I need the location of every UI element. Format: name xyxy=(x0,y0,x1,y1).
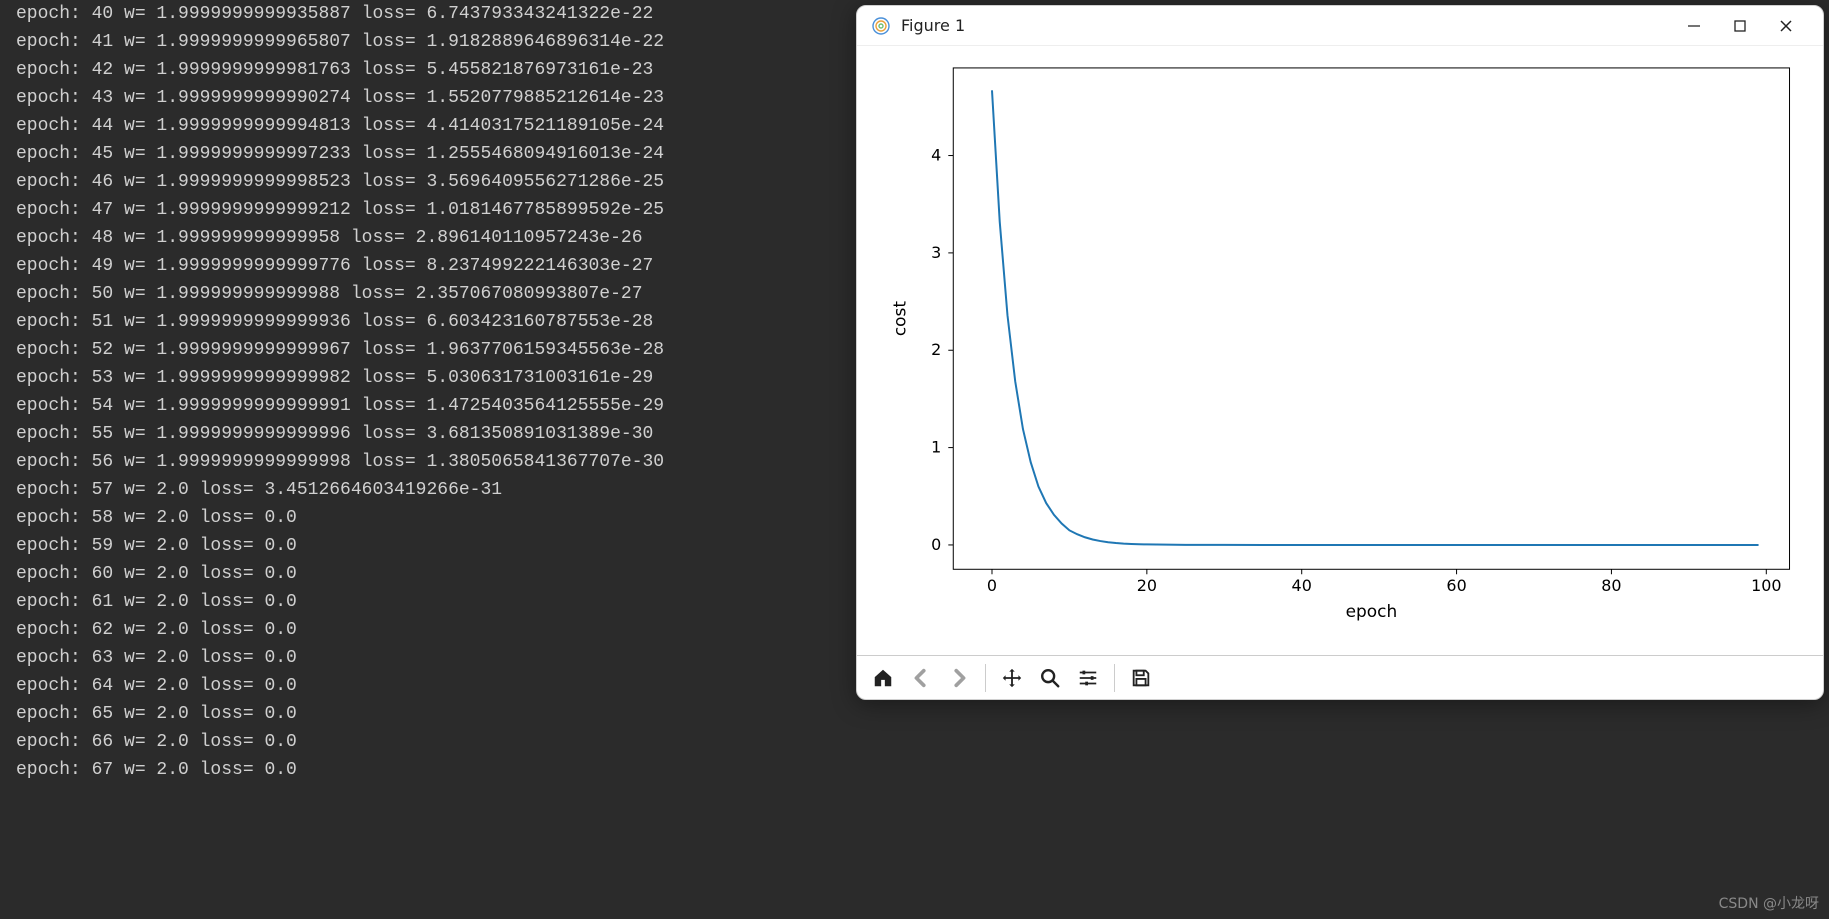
toolbar-zoom-button[interactable] xyxy=(1034,662,1066,694)
svg-text:1: 1 xyxy=(931,438,941,457)
svg-text:3: 3 xyxy=(931,243,941,262)
toolbar-pan-button[interactable] xyxy=(996,662,1028,694)
window-maximize-button[interactable] xyxy=(1717,10,1763,42)
svg-text:cost: cost xyxy=(889,301,909,336)
save-icon xyxy=(1130,667,1152,689)
arrow-right-icon xyxy=(948,667,970,689)
toolbar-save-button[interactable] xyxy=(1125,662,1157,694)
minimize-icon xyxy=(1687,19,1701,33)
window-minimize-button[interactable] xyxy=(1671,10,1717,42)
toolbar-back-button[interactable] xyxy=(905,662,937,694)
svg-text:60: 60 xyxy=(1446,576,1466,595)
home-icon xyxy=(872,667,894,689)
svg-text:20: 20 xyxy=(1137,576,1157,595)
move-icon xyxy=(1001,667,1023,689)
maximize-icon xyxy=(1733,19,1747,33)
figure-titlebar[interactable]: Figure 1 xyxy=(857,6,1823,46)
plot-area[interactable]: 0 20 40 60 80 100 0 1 2 3 4 epoch cost xyxy=(857,46,1823,655)
toolbar-separator xyxy=(985,664,986,692)
svg-text:epoch: epoch xyxy=(1346,601,1398,621)
close-icon xyxy=(1779,19,1793,33)
zoom-icon xyxy=(1039,667,1061,689)
arrow-left-icon xyxy=(910,667,932,689)
toolbar-forward-button[interactable] xyxy=(943,662,975,694)
plot-svg: 0 20 40 60 80 100 0 1 2 3 4 epoch cost xyxy=(857,46,1823,655)
watermark-text: CSDN @小龙呀 xyxy=(1719,893,1819,913)
toolbar-configure-button[interactable] xyxy=(1072,662,1104,694)
svg-text:100: 100 xyxy=(1751,576,1781,595)
svg-text:4: 4 xyxy=(931,146,941,165)
svg-text:40: 40 xyxy=(1292,576,1312,595)
toolbar-separator xyxy=(1114,664,1115,692)
figure-window: Figure 1 0 20 40 60 80 100 0 1 2 3 4 epoch cost xyxy=(856,5,1824,700)
console-output: epoch: 40 w= 1.9999999999935887 loss= 6.… xyxy=(16,0,664,784)
svg-text:80: 80 xyxy=(1601,576,1621,595)
svg-text:2: 2 xyxy=(931,340,941,359)
figure-title: Figure 1 xyxy=(901,16,1671,35)
toolbar-home-button[interactable] xyxy=(867,662,899,694)
window-close-button[interactable] xyxy=(1763,10,1809,42)
mpl-toolbar xyxy=(857,655,1823,699)
sliders-icon xyxy=(1077,667,1099,689)
svg-text:0: 0 xyxy=(987,576,997,595)
svg-text:0: 0 xyxy=(931,535,941,554)
mpl-app-icon xyxy=(871,16,891,36)
